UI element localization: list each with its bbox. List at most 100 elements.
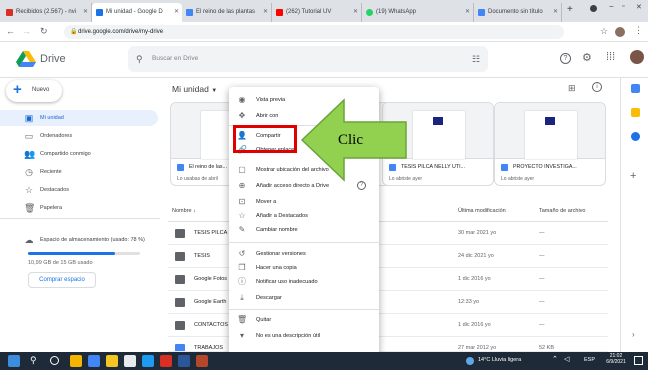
sidebar-item-storage[interactable]: ☁ Espacio de almacenamiento (usado: 78 %) bbox=[0, 232, 160, 248]
apps-grid-icon[interactable]: ⁞⁞⁞ bbox=[606, 51, 615, 63]
edge-icon[interactable] bbox=[142, 355, 154, 367]
menu-item-destacados[interactable]: ☆ Añadir a Destacados bbox=[229, 209, 379, 223]
buy-storage-button[interactable]: Comprar espacio bbox=[28, 272, 96, 288]
document-preview bbox=[413, 111, 465, 159]
menu-item-mover-a[interactable]: ⊡ Mover a bbox=[229, 195, 379, 209]
powerpoint-icon[interactable] bbox=[196, 355, 208, 367]
tab-drive[interactable]: Mi unidad - Google D ✕ bbox=[92, 3, 182, 22]
menu-item-descargar[interactable]: ⤓ Descargar bbox=[229, 291, 379, 305]
search-input[interactable]: Buscar en Drive bbox=[128, 46, 488, 72]
column-modified[interactable]: Última modificación bbox=[458, 208, 506, 214]
tab-documento[interactable]: Documento sin título ✕ bbox=[474, 3, 562, 22]
menu-item-quitar[interactable]: 🗑 Quitar bbox=[229, 313, 379, 327]
highlight-box bbox=[233, 125, 297, 153]
sidebar-item-mi-unidad[interactable]: ▣ Mi unidad bbox=[0, 110, 158, 126]
chrome-icon[interactable] bbox=[70, 355, 82, 367]
trash-icon: 🗑 bbox=[237, 315, 248, 324]
info-icon[interactable]: i bbox=[592, 82, 602, 92]
help-icon[interactable]: ? bbox=[560, 53, 571, 64]
app-icon[interactable] bbox=[160, 355, 172, 367]
move-icon: ✥ bbox=[238, 111, 246, 120]
file-modified: 24 dic 2021 yo bbox=[458, 253, 494, 259]
file-name: TRABAJOS bbox=[194, 345, 224, 351]
menu-item-cambiar-nombre[interactable]: ✎ Cambiar nombre bbox=[229, 223, 379, 237]
chevron-right-icon[interactable]: › bbox=[632, 330, 635, 339]
close-icon[interactable]: ✕ bbox=[263, 3, 268, 22]
profile-dot-icon[interactable] bbox=[590, 5, 597, 12]
card-name: El reino de las... bbox=[189, 164, 227, 170]
file-name: TESIS bbox=[194, 253, 210, 259]
quick-access-card[interactable]: PROYECTO INVESTIGA... Lo abriste ayer bbox=[494, 102, 606, 186]
close-icon[interactable]: ✕ bbox=[83, 3, 88, 22]
forward-icon[interactable]: → bbox=[22, 26, 31, 36]
file-name: Google Fotos bbox=[194, 276, 228, 282]
folder-icon[interactable] bbox=[106, 355, 118, 367]
clock[interactable]: 21:02 6/9/2021 bbox=[604, 353, 628, 365]
new-button[interactable]: + Nuevo bbox=[6, 80, 62, 102]
folder-icon bbox=[175, 252, 185, 261]
bookmark-star-icon[interactable]: ☆ bbox=[600, 26, 608, 37]
reload-icon[interactable]: ↻ bbox=[40, 26, 48, 37]
cortana-icon[interactable] bbox=[50, 356, 59, 365]
tab-youtube[interactable]: (262) Tutorial UV ✕ bbox=[272, 3, 362, 22]
new-tab-button[interactable]: + bbox=[567, 4, 573, 15]
tab-label: Mi unidad - Google D bbox=[106, 9, 163, 15]
search-icon[interactable]: ⚲ bbox=[136, 54, 143, 65]
doc-icon bbox=[186, 9, 193, 16]
volume-icon[interactable]: ◁ bbox=[564, 355, 569, 363]
file-name: CONTACTOS bbox=[194, 322, 229, 328]
url-field[interactable]: drive.google.com/drive/my-drive bbox=[64, 25, 564, 39]
app-name: Drive bbox=[40, 53, 66, 65]
weather-text[interactable]: 14°C Lluvia ligera bbox=[478, 357, 521, 363]
network-icon[interactable]: ⌃ bbox=[552, 355, 558, 363]
column-name[interactable]: Nombre ↓ bbox=[172, 208, 196, 214]
settings-gear-icon[interactable]: ⚙ bbox=[582, 51, 592, 64]
menu-item-gestionar-versiones[interactable]: ↺ Gestionar versiones bbox=[229, 247, 379, 261]
search-icon[interactable]: ⚲ bbox=[30, 355, 37, 366]
folder-icon bbox=[175, 298, 185, 307]
add-addon-icon[interactable]: + bbox=[630, 170, 636, 182]
sidebar-item-papelera[interactable]: 🗑 Papelera bbox=[0, 200, 160, 216]
tab-plantas[interactable]: El reino de las plantas ✕ bbox=[182, 3, 272, 22]
weather-icon[interactable] bbox=[466, 357, 474, 365]
menu-dots-icon[interactable]: ⋮ bbox=[634, 25, 643, 36]
column-size[interactable]: Tamaño de archivo bbox=[539, 208, 585, 214]
store-icon[interactable] bbox=[124, 355, 136, 367]
calendar-icon[interactable] bbox=[631, 84, 640, 93]
grid-view-icon[interactable]: ⊞ bbox=[568, 83, 576, 94]
explorer-icon[interactable] bbox=[88, 355, 100, 367]
sidebar-item-ordenadores[interactable]: ▭ Ordenadores bbox=[0, 128, 160, 144]
word-icon[interactable] bbox=[178, 355, 190, 367]
tasks-icon[interactable] bbox=[631, 132, 640, 141]
menu-item-notificar[interactable]: ⓘ Notificar uso inadecuado bbox=[229, 275, 379, 289]
tab-gmail[interactable]: Recibidos (2.567) - nvi ✕ bbox=[2, 3, 92, 22]
page-title[interactable]: Mi unidad ▼ bbox=[172, 84, 217, 94]
account-avatar[interactable] bbox=[630, 50, 644, 64]
sidebar-item-destacados[interactable]: ☆ Destacados bbox=[0, 182, 160, 198]
notification-icon[interactable] bbox=[634, 356, 643, 365]
minimize-button[interactable]: − bbox=[609, 2, 614, 11]
menu-item-label: No es una descripción útil bbox=[256, 333, 321, 339]
menu-item-no-util[interactable]: ▾ No es una descripción útil bbox=[229, 329, 379, 343]
close-icon[interactable]: ✕ bbox=[174, 3, 179, 22]
back-icon[interactable]: ← bbox=[6, 26, 15, 36]
keep-icon[interactable] bbox=[631, 108, 640, 117]
file-size: — bbox=[539, 230, 545, 236]
maximize-button[interactable]: ▫ bbox=[622, 3, 624, 10]
close-icon[interactable]: ✕ bbox=[553, 3, 558, 22]
filter-options-icon[interactable]: ☷ bbox=[472, 54, 480, 65]
tab-whatsapp[interactable]: (19) WhatsApp ✕ bbox=[362, 3, 474, 22]
sidebar-item-reciente[interactable]: ◷ Reciente bbox=[0, 164, 160, 180]
taskbar: ⚲ 14°C Lluvia ligera ⌃ ◁ ESP 21:02 6/9/20… bbox=[0, 352, 648, 370]
close-icon[interactable]: ✕ bbox=[353, 3, 358, 22]
avatar[interactable] bbox=[615, 27, 625, 37]
windows-start-icon[interactable] bbox=[8, 355, 20, 367]
language-indicator[interactable]: ESP bbox=[584, 357, 595, 363]
sidebar-item-compartido[interactable]: 👥 Compartido conmigo bbox=[0, 146, 160, 162]
drive-logo-icon[interactable] bbox=[16, 51, 36, 68]
document-preview bbox=[525, 111, 577, 159]
window-close-button[interactable]: ✕ bbox=[636, 3, 642, 11]
menu-item-hacer-copia[interactable]: ❐ Hacer una copia bbox=[229, 261, 379, 275]
file-size: 52 KB bbox=[539, 345, 554, 351]
close-icon[interactable]: ✕ bbox=[465, 3, 470, 22]
